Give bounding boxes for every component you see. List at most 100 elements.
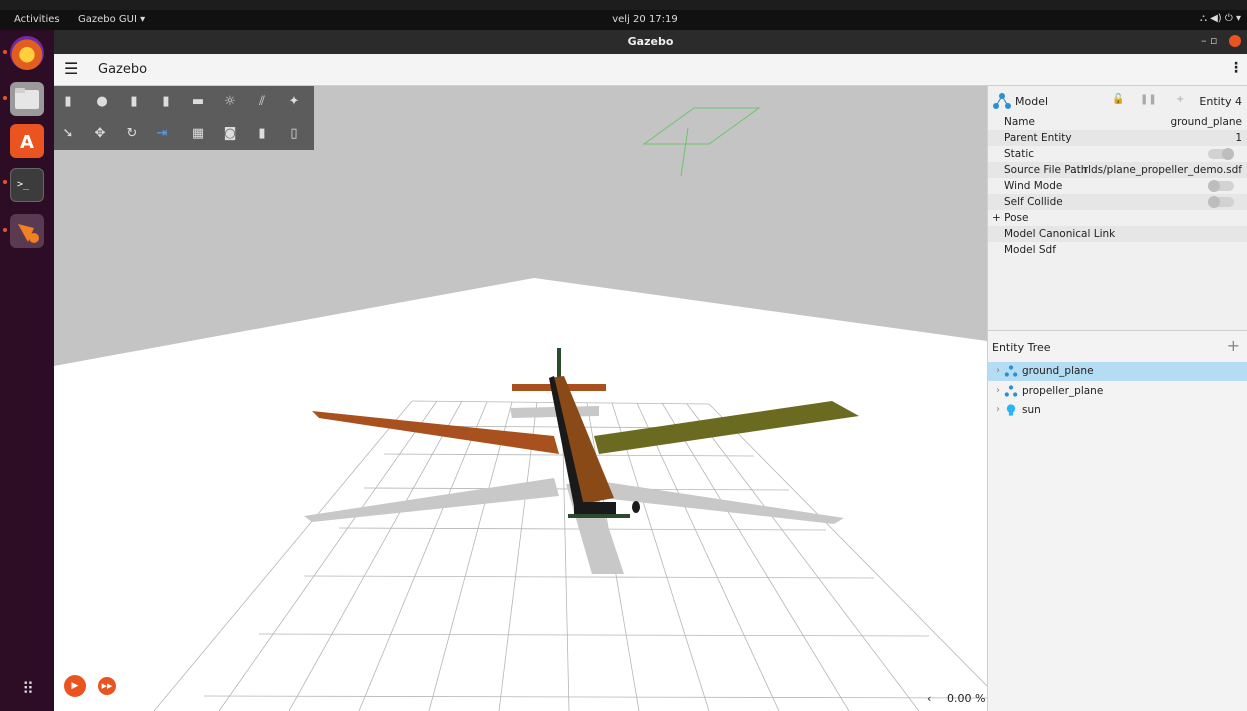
- gazebo-logo-icon: [18, 224, 39, 243]
- grid-icon[interactable]: ▦: [188, 124, 208, 144]
- svg-text:A: A: [20, 132, 34, 153]
- play-button[interactable]: ▶: [64, 675, 86, 697]
- self-collide-toggle[interactable]: [1208, 196, 1234, 208]
- running-indicator: [3, 96, 7, 100]
- close-window-button[interactable]: [1229, 35, 1241, 47]
- gazebo-icon[interactable]: [10, 214, 44, 248]
- chevron-right-icon[interactable]: ›: [996, 365, 1000, 376]
- ellipsoid-icon[interactable]: ▬: [188, 92, 208, 112]
- window-title-bar: Gazebo – ▫: [54, 30, 1247, 54]
- pause-icon[interactable]: ❚❚: [1140, 94, 1157, 105]
- window-controls: – ▫: [1201, 34, 1241, 47]
- system-top-bar: Activities Gazebo GUI ▾ velj 20 17:19 ⛬ …: [0, 10, 1247, 30]
- sphere-icon[interactable]: ●: [92, 92, 112, 112]
- chevron-right-icon[interactable]: ›: [996, 404, 1000, 415]
- tree-item-ground-plane[interactable]: › ground_plane: [988, 362, 1247, 381]
- running-indicator: [3, 228, 7, 232]
- clock[interactable]: velj 20 17:19: [600, 14, 690, 25]
- 3d-viewport[interactable]: ▮ ● ▮ ▮ ▬ ☼ ⫽ ✦ ➘ ✥ ↻ ⇥ ▦ ◙ ▮ ▯ ▶ ▶▶ ‹ 0…: [54, 86, 987, 711]
- lock-icon[interactable]: 🔓: [1112, 94, 1124, 105]
- spot-light-icon[interactable]: ✦: [284, 92, 304, 112]
- tree-item-label: ground_plane: [1022, 365, 1094, 377]
- files-icon[interactable]: [10, 82, 44, 116]
- box-icon[interactable]: ▮: [58, 92, 78, 112]
- rotate-icon[interactable]: ↻: [122, 124, 142, 144]
- prop-value: ...rlds/plane_propeller_demo.sdf: [1073, 164, 1242, 176]
- prop-value: ground_plane: [1170, 116, 1242, 128]
- prop-key: Self Collide: [1004, 196, 1063, 208]
- prop-row: Wind Mode: [988, 178, 1247, 194]
- capsule-icon[interactable]: ▮: [156, 92, 176, 112]
- tree-item-label: propeller_plane: [1022, 385, 1104, 397]
- light-gizmo: [642, 107, 761, 177]
- tree-item-label: sun: [1022, 404, 1041, 416]
- tree-item-sun[interactable]: › sun: [988, 401, 1247, 420]
- nose: [574, 502, 616, 514]
- prop-key: Static: [1004, 148, 1035, 160]
- real-time-factor: 0.00 %: [947, 692, 986, 705]
- more-options-icon[interactable]: ⋮: [1229, 60, 1243, 76]
- tools-row: ➘ ✥ ↻ ⇥ ▦ ◙ ▮ ▯: [54, 118, 314, 150]
- show-apps-icon[interactable]: ⠿: [17, 678, 39, 700]
- svg-text:>_: >_: [17, 179, 30, 190]
- system-tray[interactable]: ⛬ ◀) ⏻ ▾: [1200, 13, 1241, 24]
- shapes-row: ▮ ● ▮ ▮ ▬ ☼ ⫽ ✦: [54, 86, 314, 118]
- model-icon: [1004, 365, 1018, 377]
- collapse-stats-icon[interactable]: ‹: [927, 692, 931, 705]
- tree-item-propeller-plane[interactable]: › propeller_plane: [988, 382, 1247, 401]
- activities-button[interactable]: Activities: [14, 14, 60, 25]
- light-icon: [1006, 404, 1016, 416]
- screenshot-icon[interactable]: ◙: [220, 124, 240, 144]
- chevron-right-icon[interactable]: ›: [996, 385, 1000, 396]
- minimize-maximize-buttons[interactable]: – ▫: [1201, 34, 1217, 47]
- directional-light-icon[interactable]: ⫽: [252, 92, 272, 112]
- prop-key: Parent Entity: [1004, 132, 1072, 144]
- pose-expander[interactable]: + Pose: [988, 210, 1247, 226]
- paste-icon[interactable]: ▯: [284, 124, 304, 144]
- prop-key: Model Canonical Link: [1004, 228, 1116, 240]
- model-icon: [1004, 385, 1018, 397]
- app-header: ☰ Gazebo ⋮: [54, 54, 1247, 86]
- prop-row: Model Sdf: [988, 242, 1247, 258]
- running-indicator: [3, 180, 7, 184]
- scene-toolbar: ▮ ● ▮ ▮ ▬ ☼ ⫽ ✦ ➘ ✥ ↻ ⇥ ▦ ◙ ▮ ▯: [54, 86, 314, 150]
- transform-control-icon[interactable]: ⇥: [152, 124, 172, 144]
- window-title: Gazebo: [627, 35, 674, 48]
- step-button[interactable]: ▶▶: [98, 677, 116, 695]
- prop-key: Wind Mode: [1004, 180, 1063, 192]
- select-icon[interactable]: ➘: [58, 124, 78, 144]
- running-indicator: [3, 50, 7, 54]
- toggle-knob: [1222, 148, 1234, 160]
- folder-icon: [15, 88, 39, 109]
- prop-row: Source File Path ...rlds/plane_propeller…: [988, 162, 1247, 178]
- prop-key: Name: [1004, 116, 1035, 128]
- add-icon[interactable]: +: [1176, 94, 1184, 105]
- prop-key: Model Sdf: [1004, 244, 1056, 256]
- entity-tree-title: Entity Tree: [992, 341, 1051, 354]
- prop-row: Model Canonical Link: [988, 226, 1247, 242]
- model-icon: [993, 93, 1011, 109]
- prop-row: Static: [988, 146, 1247, 162]
- prop-row: Name ground_plane: [988, 114, 1247, 130]
- copy-icon[interactable]: ▮: [252, 124, 272, 144]
- shopping-bag-icon: A: [20, 132, 34, 153]
- prop-key: + Pose: [992, 212, 1029, 224]
- hamburger-menu-icon[interactable]: ☰: [64, 59, 78, 78]
- prop-row: Self Collide: [988, 194, 1247, 210]
- point-light-icon[interactable]: ☼: [220, 92, 240, 112]
- terminal-icon[interactable]: >_: [10, 168, 44, 202]
- translate-icon[interactable]: ✥: [90, 124, 110, 144]
- add-entity-icon[interactable]: +: [1227, 336, 1240, 355]
- toggle-knob: [1208, 180, 1220, 192]
- prompt-icon: >_: [17, 179, 30, 190]
- dock: A >_ ⠿: [0, 30, 54, 711]
- cylinder-icon[interactable]: ▮: [124, 92, 144, 112]
- firefox-icon[interactable]: [10, 36, 44, 70]
- entity-id: Entity 4: [1199, 95, 1242, 108]
- static-toggle[interactable]: [1208, 148, 1234, 160]
- app-title: Gazebo: [98, 62, 148, 77]
- wind-mode-toggle[interactable]: [1208, 180, 1234, 192]
- app-center-icon[interactable]: A: [10, 124, 44, 158]
- prop-row: Parent Entity 1: [988, 130, 1247, 146]
- app-menu-button[interactable]: Gazebo GUI ▾: [78, 14, 145, 25]
